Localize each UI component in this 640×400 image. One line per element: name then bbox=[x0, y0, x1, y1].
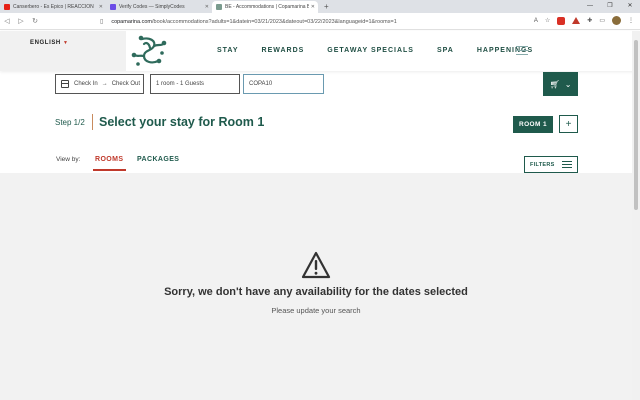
nav-stay[interactable]: STAY bbox=[217, 47, 239, 54]
url-path: /book/accommodations?adults=1&datein=03/… bbox=[151, 18, 397, 25]
reload-icon[interactable]: ↻ bbox=[28, 17, 42, 25]
minimize-button[interactable]: — bbox=[580, 0, 600, 13]
address-bar-row: ◁ ▷ ↻ ▯ copamarina.com/book/accommodatio… bbox=[0, 13, 640, 30]
window-controls: — ❐ ✕ bbox=[580, 0, 640, 13]
cart-icon: 🛒︎ bbox=[549, 79, 560, 89]
simplycodes-icon bbox=[110, 4, 116, 10]
language-label: ENGLISH bbox=[30, 40, 61, 46]
chevron-down-icon: ⌄ bbox=[564, 79, 572, 89]
nav-getaway-specials[interactable]: GETAWAY SPECIALS bbox=[327, 47, 414, 54]
cart-button[interactable]: 🛒︎ ⌄ bbox=[543, 72, 578, 96]
sidebar-icon[interactable]: ▭ bbox=[599, 17, 605, 24]
rooms-guests-field[interactable]: 1 room - 1 Guests bbox=[150, 74, 240, 94]
forward-icon[interactable]: ▷ bbox=[14, 17, 28, 25]
avatar[interactable] bbox=[612, 16, 621, 25]
check-out-label: Check Out bbox=[111, 81, 141, 87]
calendar-icon bbox=[61, 80, 69, 88]
star-icon[interactable]: ☆ bbox=[545, 17, 550, 24]
extension-icon[interactable] bbox=[572, 17, 581, 24]
url-field[interactable]: ▯ copamarina.com/book/accommodations?adu… bbox=[100, 16, 460, 27]
tab-rooms[interactable]: ROOMS bbox=[95, 156, 123, 163]
tab-title: Canserbero - Es Épico | REACCIÓN bbox=[13, 4, 94, 10]
browser-tab-2[interactable]: Verify Codes — SimplyCodes ✕ bbox=[106, 1, 212, 13]
browser-tab-1[interactable]: Canserbero - Es Épico | REACCIÓN ✕ bbox=[0, 1, 106, 13]
tab-title: Verify Codes — SimplyCodes bbox=[119, 4, 185, 10]
caret-down-icon: ▼ bbox=[63, 40, 68, 46]
add-room-button[interactable]: + bbox=[559, 115, 578, 133]
nav-rewards[interactable]: REWARDS bbox=[262, 47, 305, 54]
filters-label: FILTERS bbox=[530, 161, 555, 168]
step-indicator: Step 1/2 bbox=[55, 118, 85, 127]
no-availability-message: Sorry, we don't have any availability fo… bbox=[164, 286, 468, 298]
language-selector[interactable]: ENGLISH ▼ bbox=[0, 31, 126, 71]
puzzle-icon[interactable]: ✚ bbox=[587, 17, 592, 24]
room-1-button[interactable]: ROOM 1 bbox=[513, 116, 553, 133]
promo-code-field[interactable]: COPA10 bbox=[243, 74, 324, 94]
tab-packages[interactable]: PACKAGES bbox=[137, 156, 179, 163]
youtube-icon bbox=[4, 4, 10, 10]
tab-title: BE - Accommodations | Copamarina Beach bbox=[225, 4, 309, 10]
rooms-guests-value: 1 room - 1 Guests bbox=[156, 81, 205, 87]
translate-icon[interactable]: A bbox=[534, 18, 538, 24]
new-tab-button[interactable]: + bbox=[318, 1, 335, 13]
date-range-field[interactable]: Check In → Check Out bbox=[55, 74, 144, 94]
copamarina-icon bbox=[216, 4, 222, 10]
update-search-hint: Please update your search bbox=[271, 306, 361, 315]
scrollbar-thumb[interactable] bbox=[634, 40, 638, 210]
sliders-icon bbox=[562, 161, 572, 170]
copamarina-logo[interactable] bbox=[130, 34, 168, 68]
browser-tab-3[interactable]: BE - Accommodations | Copamarina Beach ✕ bbox=[212, 1, 318, 13]
site-header: ENGLISH ▼ STAY REWARDS GETAWAY SPECIALS … bbox=[0, 31, 640, 71]
date-separator: → bbox=[101, 81, 108, 87]
menu-icon[interactable]: ⋮ bbox=[628, 17, 634, 24]
maximize-button[interactable]: ❐ bbox=[600, 0, 620, 13]
main-nav: STAY REWARDS GETAWAY SPECIALS SPA HAPPEN… bbox=[217, 47, 556, 54]
close-icon[interactable]: ✕ bbox=[99, 4, 103, 10]
check-in-label: Check In bbox=[74, 81, 98, 87]
bookmark-icon[interactable]: ▯ bbox=[100, 18, 103, 25]
divider bbox=[92, 114, 93, 130]
nav-spa[interactable]: SPA bbox=[437, 47, 454, 54]
active-tab-underline bbox=[93, 169, 126, 171]
view-by-label: View by: bbox=[56, 156, 81, 163]
close-icon[interactable]: ✕ bbox=[311, 4, 315, 10]
close-window-button[interactable]: ✕ bbox=[620, 0, 640, 13]
page-title: Select your stay for Room 1 bbox=[99, 115, 265, 129]
browser-tab-bar: Canserbero - Es Épico | REACCIÓN ✕ Verif… bbox=[0, 0, 640, 13]
extension-icon[interactable] bbox=[557, 16, 566, 25]
url-host: copamarina.com bbox=[111, 18, 152, 25]
back-icon[interactable]: ◁ bbox=[0, 17, 14, 25]
hamburger-icon[interactable] bbox=[516, 46, 528, 58]
browser-toolbar: A ☆ ✚ ▭ ⋮ bbox=[534, 16, 634, 25]
close-icon[interactable]: ✕ bbox=[205, 4, 209, 10]
booking-search-bar: Check In → Check Out 1 room - 1 Guests C… bbox=[0, 71, 640, 97]
warning-icon bbox=[301, 251, 331, 279]
promo-code-value: COPA10 bbox=[249, 81, 273, 87]
filters-button[interactable]: FILTERS bbox=[524, 156, 578, 173]
